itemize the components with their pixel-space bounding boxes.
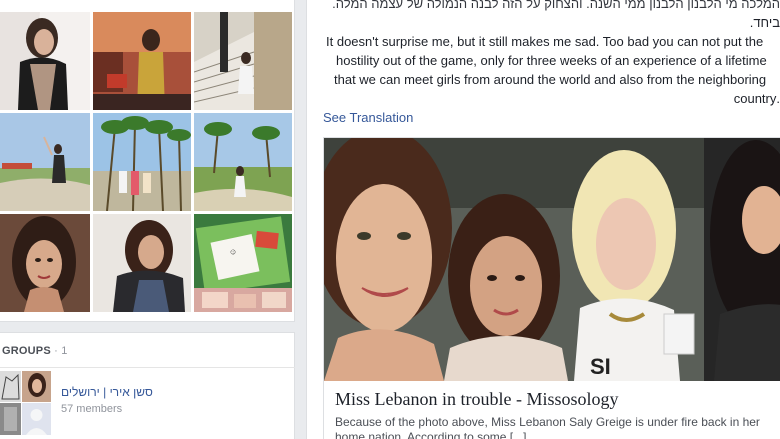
- post-text-line: It doesn't surprise me, but it still mak…: [326, 34, 764, 49]
- shared-link-title[interactable]: Miss Lebanon in trouble - Missosology: [335, 389, 619, 410]
- groups-header[interactable]: GROUPS · 1: [2, 345, 68, 357]
- shared-link-image[interactable]: SI: [324, 138, 780, 381]
- photo-thumbnail[interactable]: [194, 113, 292, 211]
- post-card: המלכה מי הלבנון הלבנון ממי השנה. והצחוק …: [306, 0, 780, 439]
- photo-thumbnail[interactable]: [0, 12, 90, 110]
- divider: [0, 367, 295, 368]
- post-text-line: that we can meet girls from around the w…: [334, 72, 767, 87]
- group-member-avatar: [0, 403, 21, 435]
- groups-header-label: GROUPS: [2, 345, 51, 357]
- photo-thumbnail[interactable]: [194, 12, 292, 110]
- photo-thumbnail[interactable]: [93, 113, 191, 211]
- post-text-line: hostility out of the game, only for thre…: [336, 53, 767, 68]
- shared-link-card[interactable]: SI Miss Lebanon in trouble - Missosology…: [323, 137, 780, 439]
- post-text: המלכה מי הלבנון הלבנון ממי השנה. והצחוק …: [320, 0, 780, 108]
- group-photo-collage[interactable]: [0, 371, 52, 435]
- group-members-count: 57 members: [61, 403, 123, 415]
- group-member-avatar: [22, 403, 51, 435]
- shared-link-description: Because of the photo above, Miss Lebanon…: [335, 415, 760, 439]
- left-column: ☺ GROUPS · 1 סשן אירי | ירושלים 57 membe…: [0, 0, 296, 439]
- photo-thumbnail[interactable]: [0, 214, 90, 312]
- see-translation-link[interactable]: See Translation: [323, 110, 413, 125]
- group-member-avatar: [0, 371, 21, 402]
- photos-card: ☺: [0, 0, 295, 322]
- photo-grid: ☺: [0, 12, 292, 312]
- photo-thumbnail[interactable]: [0, 113, 90, 211]
- groups-separator: ·: [50, 345, 62, 357]
- post-text-line: המלכה מי הלבנון הלבנון ממי השנה. והצחוק …: [332, 0, 780, 11]
- group-name-link[interactable]: סשן אירי | ירושלים: [61, 385, 153, 399]
- photo-thumbnail[interactable]: [93, 214, 191, 312]
- photo-thumbnail[interactable]: ☺: [194, 214, 292, 312]
- post-text-line: ביחד.: [749, 15, 780, 30]
- photo-thumbnail[interactable]: [93, 12, 191, 110]
- shirt-lettering: SI: [590, 354, 611, 379]
- groups-count: 1: [61, 345, 68, 357]
- group-member-avatar: [22, 371, 51, 402]
- post-text-line: .country: [733, 91, 780, 106]
